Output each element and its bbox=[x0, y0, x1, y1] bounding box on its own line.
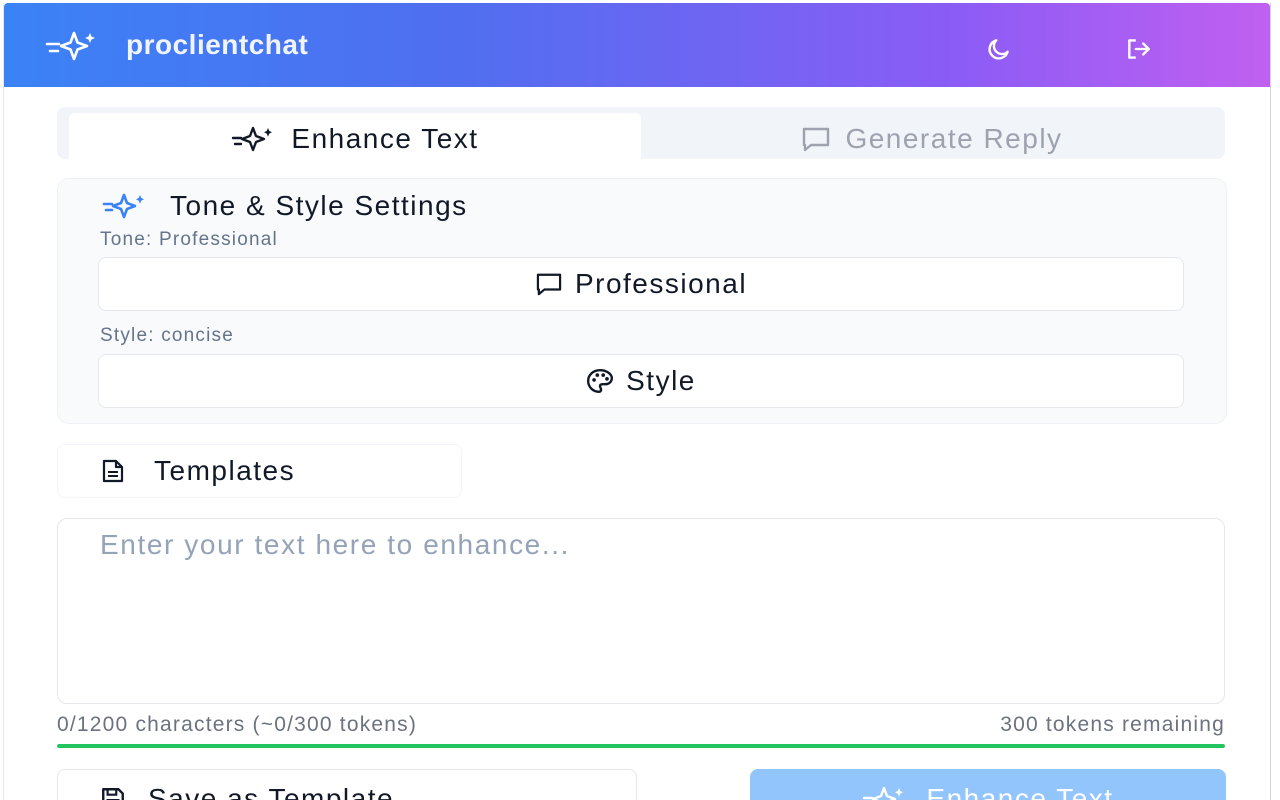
save-template-label: Save as Template bbox=[148, 783, 395, 800]
file-text-icon bbox=[102, 459, 124, 483]
logout-icon bbox=[1125, 36, 1153, 62]
character-counter: 0/1200 characters (~0/300 tokens) bbox=[57, 713, 418, 736]
mode-tabs: Enhance Text Generate Reply bbox=[57, 107, 1225, 165]
tab-enhance-text[interactable]: Enhance Text bbox=[69, 113, 641, 165]
style-button-label: Style bbox=[626, 365, 696, 396]
text-input[interactable] bbox=[57, 518, 1225, 704]
message-square-icon bbox=[801, 126, 831, 152]
tokens-remaining: 300 tokens remaining bbox=[1000, 713, 1225, 736]
save-as-template-button[interactable]: Save as Template bbox=[57, 769, 637, 800]
tone-value: Professional bbox=[574, 268, 748, 299]
sparkles-icon bbox=[102, 193, 148, 219]
tone-style-settings: Tone & Style Settings Tone: Professional… bbox=[57, 178, 1227, 424]
tab-label: Generate Reply bbox=[845, 123, 1063, 154]
token-progress-bar bbox=[57, 744, 1225, 748]
style-label: Style: concise bbox=[100, 325, 235, 346]
logout-button[interactable] bbox=[1119, 29, 1159, 69]
extension-popup: proclientchat Enhance Text Generate Repl… bbox=[3, 3, 1271, 800]
style-select-button[interactable]: Style bbox=[98, 354, 1184, 408]
palette-icon bbox=[586, 368, 614, 394]
app-title: proclientchat bbox=[126, 29, 309, 60]
sparkles-icon bbox=[44, 31, 98, 61]
tone-select-button[interactable]: Professional bbox=[98, 257, 1184, 311]
settings-title: Tone & Style Settings bbox=[102, 190, 468, 222]
tone-label: Tone: Professional bbox=[100, 229, 278, 250]
sparkles-icon bbox=[231, 126, 277, 152]
tab-generate-reply[interactable]: Generate Reply bbox=[641, 113, 1223, 165]
templates-button[interactable]: Templates bbox=[57, 444, 462, 498]
enhance-text-button[interactable]: Enhance Text bbox=[750, 769, 1226, 800]
templates-label: Templates bbox=[154, 455, 296, 486]
enhance-button-label: Enhance Text bbox=[926, 783, 1114, 800]
save-icon bbox=[100, 786, 126, 800]
moon-icon bbox=[986, 36, 1012, 62]
app-header: proclientchat bbox=[4, 3, 1270, 87]
message-square-icon bbox=[535, 272, 563, 296]
theme-toggle-button[interactable] bbox=[979, 29, 1019, 69]
tab-label: Enhance Text bbox=[291, 123, 479, 154]
settings-title-text: Tone & Style Settings bbox=[170, 190, 468, 221]
sparkles-icon bbox=[862, 786, 908, 800]
token-progress-fill bbox=[57, 744, 1225, 748]
